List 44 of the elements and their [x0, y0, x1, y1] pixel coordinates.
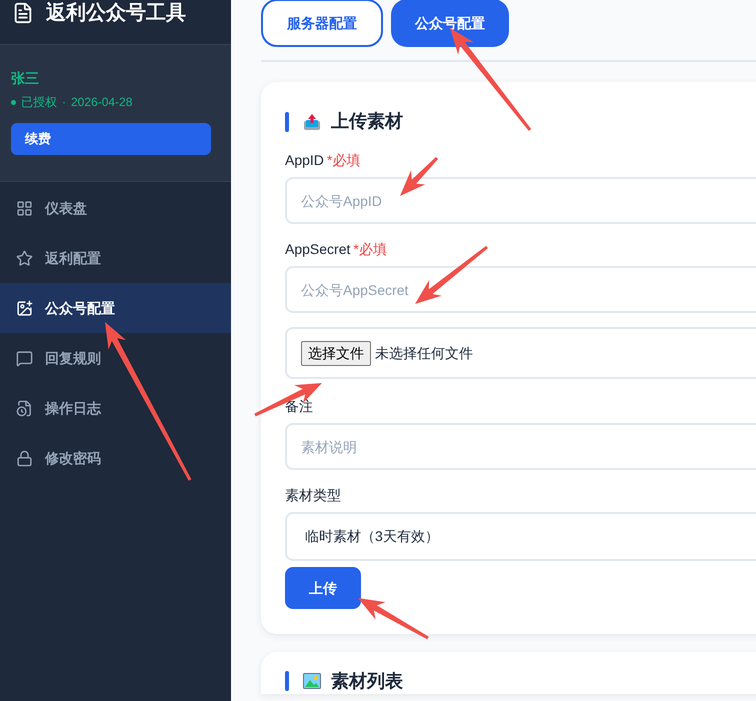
star-icon: [16, 250, 33, 266]
required-mark: *必填: [326, 151, 360, 170]
chat-icon: [16, 350, 33, 366]
choose-file-button[interactable]: 选择文件: [301, 340, 371, 366]
nav-item[interactable]: 公众号配置: [0, 283, 231, 333]
nav-item[interactable]: 修改密码: [0, 433, 231, 483]
card-title: 上传素材: [331, 110, 403, 133]
separator-dot: ·: [62, 94, 66, 110]
upload-tray-icon: [303, 112, 321, 130]
field-label: 备注: [285, 397, 313, 416]
accent-bar: [285, 671, 289, 691]
user-name: 张三: [11, 69, 40, 87]
tab[interactable]: 公众号配置: [391, 0, 509, 47]
select-field[interactable]: 临时素材（3天有效）: [285, 512, 756, 561]
tab[interactable]: 服务器配置: [261, 0, 383, 47]
license-status: 已授权: [21, 94, 57, 110]
nav-item[interactable]: 操作日志: [0, 383, 231, 433]
expiry-date: 2026-04-28: [71, 94, 132, 110]
input-field[interactable]: 公众号AppID: [285, 177, 756, 224]
upload-button[interactable]: 上传: [285, 567, 361, 609]
document-icon: [16, 400, 33, 416]
input-field[interactable]: 公众号AppSecret: [285, 266, 756, 313]
input-field[interactable]: 素材说明: [285, 423, 756, 470]
picture-icon: [303, 673, 321, 689]
annotation-arrow: [254, 383, 322, 416]
app-title: 返利公众号工具: [46, 0, 186, 26]
field-label: AppID: [285, 151, 324, 170]
nav-item[interactable]: 返利配置: [0, 233, 231, 283]
file-input[interactable]: 选择文件 未选择任何文件: [285, 327, 756, 379]
grid-icon: [16, 200, 33, 216]
renew-button[interactable]: 续费: [11, 123, 211, 155]
file-status: 未选择任何文件: [375, 344, 473, 362]
nav-item[interactable]: 仪表盘: [0, 183, 231, 233]
annotation-arrow: [358, 598, 429, 640]
field-label: 素材类型: [285, 486, 341, 505]
image-icon: [16, 300, 33, 316]
nav-item[interactable]: 回复规则: [0, 333, 231, 383]
required-mark: *必填: [353, 240, 387, 259]
accent-bar: [285, 112, 289, 132]
annotation-arrow: [400, 156, 438, 196]
field-label: AppSecret: [285, 240, 350, 259]
lock-icon: [16, 450, 33, 466]
document-icon: [12, 2, 34, 24]
card-title: 素材列表: [331, 670, 403, 693]
